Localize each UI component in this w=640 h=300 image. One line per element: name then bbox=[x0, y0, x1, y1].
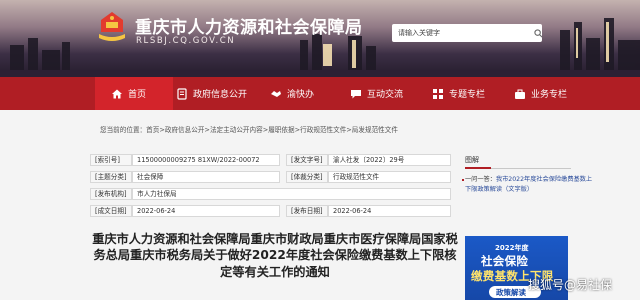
grid-icon bbox=[432, 88, 444, 100]
meta-value: 11500000009275 81XW/2022-00072 bbox=[132, 154, 280, 166]
meta-key: [主题分类] bbox=[90, 171, 132, 183]
banner-line1: 社会保险 bbox=[481, 254, 529, 268]
banner-year: 2022年度 bbox=[495, 244, 529, 252]
meta-row: [成文日期] 2022-06-24 [发布日期] 2022-06-24 bbox=[90, 205, 451, 217]
document-icon bbox=[176, 87, 188, 100]
watermark: 搜狐号@易社保 bbox=[528, 278, 613, 292]
meta-value: 渝人社发〔2022〕29号 bbox=[328, 154, 451, 166]
handshake-icon bbox=[270, 88, 282, 100]
bullet-icon bbox=[462, 179, 464, 181]
nav-label: 互动交流 bbox=[367, 90, 404, 100]
site-url: RLSBJ.CQ.GOV.CN bbox=[136, 36, 236, 46]
nav-label: 渝快办 bbox=[287, 90, 315, 100]
meta-value: 市人力社保局 bbox=[132, 188, 451, 200]
home-icon bbox=[111, 88, 123, 100]
meta-key: [成文日期] bbox=[90, 205, 132, 217]
breadcrumb[interactable]: 您当前的位置：首页>政府信息公开>法定主动公开内容>履职依据>行政规范性文件>局… bbox=[100, 124, 398, 134]
meta-value: 行政规范性文件 bbox=[328, 171, 451, 183]
meta-key: [索引号] bbox=[90, 154, 132, 166]
site-header: 重庆市人力资源和社会保障局 RLSBJ.CQ.GOV.CN 请输入关键字 bbox=[0, 0, 640, 77]
nav-label: 首页 bbox=[128, 90, 147, 100]
sidebar-heading: 图解 bbox=[465, 156, 479, 164]
nav-item-gov-info[interactable]: 政府信息公开 bbox=[176, 77, 247, 110]
article-title: 重庆市人力资源和社会保障局重庆市财政局重庆市医疗保障局国家税务总局重庆市税务局关… bbox=[92, 232, 458, 279]
chat-icon bbox=[350, 88, 362, 100]
nav-label: 业务专栏 bbox=[531, 90, 568, 100]
nav-item-interaction[interactable]: 互动交流 bbox=[350, 77, 403, 110]
meta-value: 社会保障 bbox=[132, 171, 280, 183]
nav-label: 专题专栏 bbox=[449, 90, 486, 100]
meta-value: 2022-06-24 bbox=[132, 205, 280, 217]
sidebar-link-prefix: 一问一答： bbox=[465, 176, 496, 183]
meta-row: [发布机构] 市人力社保局 bbox=[90, 188, 451, 200]
meta-key: [发文字号] bbox=[286, 154, 328, 166]
nav-item-topics[interactable]: 专题专栏 bbox=[432, 77, 485, 110]
search-button[interactable] bbox=[533, 24, 544, 42]
sidebar-link[interactable]: 一问一答：我市2022年度社会保险缴费基数上下限政策解读（文字版） bbox=[465, 175, 597, 195]
sidebar-divider-accent bbox=[465, 167, 491, 169]
site-logo bbox=[99, 12, 125, 41]
meta-row: [索引号] 11500000009275 81XW/2022-00072 [发文… bbox=[90, 154, 451, 166]
briefcase-icon bbox=[514, 88, 526, 100]
main-nav: 首页 政府信息公开 渝快办 互动交流 专题专栏 业务专栏 bbox=[0, 77, 640, 110]
banner-badge-label: 政策解读 bbox=[496, 288, 526, 297]
meta-key: [发布日期] bbox=[286, 205, 328, 217]
search-input[interactable]: 请输入关键字 bbox=[392, 24, 542, 42]
nav-label: 政府信息公开 bbox=[193, 90, 248, 100]
meta-value: 2022-06-24 bbox=[328, 205, 451, 217]
nav-item-home[interactable]: 首页 bbox=[95, 77, 173, 110]
meta-row: [主题分类] 社会保障 [体裁分类] 行政规范性文件 bbox=[90, 171, 451, 183]
search-icon bbox=[534, 28, 543, 37]
nav-item-yukuaiban[interactable]: 渝快办 bbox=[270, 77, 314, 110]
nav-item-business[interactable]: 业务专栏 bbox=[514, 77, 567, 110]
meta-key: [发布机构] bbox=[90, 188, 132, 200]
site-title[interactable]: 重庆市人力资源和社会保障局 bbox=[135, 13, 363, 38]
meta-key: [体裁分类] bbox=[286, 171, 328, 183]
